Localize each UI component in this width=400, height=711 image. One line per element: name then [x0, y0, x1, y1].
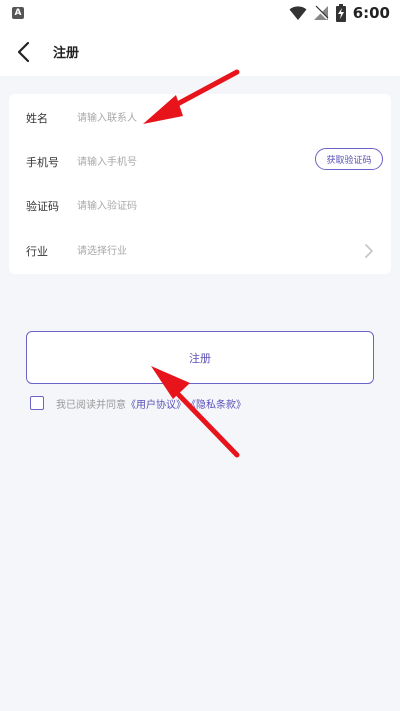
register-button[interactable]: 注册	[26, 331, 374, 384]
status-bar: A 6:00	[0, 0, 400, 28]
status-icons: 6:00	[289, 4, 390, 22]
status-time: 6:00	[352, 4, 390, 22]
chevron-right-icon	[365, 244, 373, 258]
agreement-text: 我已阅读并同意	[56, 399, 126, 411]
industry-input[interactable]	[77, 239, 297, 263]
back-arrow-icon[interactable]	[10, 38, 38, 66]
form-row-name: 姓名	[9, 96, 391, 141]
phone-input[interactable]	[77, 150, 297, 174]
registration-form: 姓名 手机号 获取验证码 验证码 行业	[9, 94, 391, 274]
name-label: 姓名	[26, 112, 48, 125]
wifi-icon	[289, 6, 307, 20]
agreement-row: 我已阅读并同意 《用户协议》 《隐私条款》	[30, 394, 246, 412]
form-row-phone: 手机号 获取验证码	[9, 140, 391, 185]
industry-selector[interactable]: 行业	[9, 229, 391, 274]
app-header: 注册	[0, 28, 400, 76]
name-input[interactable]	[77, 106, 297, 130]
get-verification-code-button[interactable]: 获取验证码	[315, 148, 383, 170]
phone-label: 手机号	[26, 156, 59, 169]
code-label: 验证码	[26, 200, 59, 213]
privacy-policy-link[interactable]: 《隐私条款》	[186, 396, 246, 411]
page-title: 注册	[53, 46, 80, 61]
industry-label: 行业	[26, 245, 48, 258]
verification-code-input[interactable]	[77, 194, 297, 218]
user-agreement-link[interactable]: 《用户协议》	[126, 396, 186, 411]
battery-charging-icon	[335, 4, 346, 22]
form-row-code: 验证码	[9, 184, 391, 229]
agreement-checkbox[interactable]	[30, 396, 44, 410]
app-notification-icon: A	[12, 7, 24, 19]
no-signal-icon	[313, 5, 329, 20]
